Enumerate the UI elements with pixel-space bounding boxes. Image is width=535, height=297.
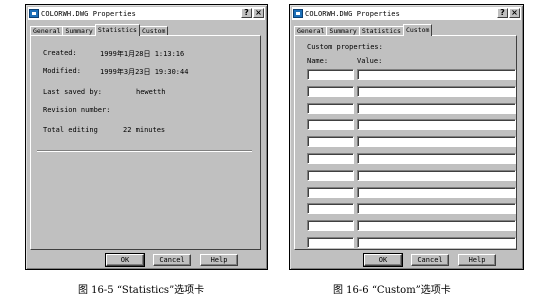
custom-value-field[interactable] — [357, 153, 516, 164]
ok-button[interactable]: OK — [105, 253, 145, 267]
window-title: COLORWH.DWG Properties — [305, 9, 400, 18]
custom-name-field[interactable] — [307, 136, 354, 147]
help-button[interactable]: Help — [458, 254, 496, 266]
value-column-label: Value: — [357, 57, 383, 65]
custom-value-field[interactable] — [357, 203, 516, 214]
modified-label: Modified: — [43, 67, 81, 75]
properties-dialog-custom: COLORWH.DWG Properties ? × General Summa… — [289, 4, 524, 270]
custom-value-field[interactable] — [357, 103, 516, 114]
tab-statistics[interactable]: Statistics — [94, 24, 140, 36]
custom-value-field[interactable] — [357, 136, 516, 147]
custom-properties-heading: Custom properties: — [307, 43, 383, 51]
custom-value-field[interactable] — [357, 170, 516, 181]
created-value: 1999年1月28日 1:13:16 — [100, 50, 185, 58]
custom-name-field[interactable] — [307, 153, 354, 164]
custom-panel: Custom properties: Name: Value: — [294, 35, 517, 250]
custom-value-field[interactable] — [357, 119, 516, 130]
custom-value-field[interactable] — [357, 237, 516, 248]
custom-name-field[interactable] — [307, 170, 354, 181]
custom-name-field[interactable] — [307, 119, 354, 130]
custom-name-field[interactable] — [307, 220, 354, 231]
editing-label: Total editing — [43, 126, 98, 134]
revision-label: Revision number: — [43, 106, 111, 114]
custom-name-field[interactable] — [307, 103, 354, 114]
close-button[interactable]: × — [509, 8, 520, 18]
last-saved-value: hewetth — [136, 88, 166, 96]
editing-value: 22 minutes — [123, 126, 166, 134]
figure-caption-custom: 图 16-6 “Custom”选项卡 — [333, 285, 451, 296]
dwg-file-icon — [29, 9, 39, 18]
dwg-file-icon — [293, 9, 303, 18]
help-button[interactable]: Help — [200, 254, 238, 266]
title-bar: COLORWH.DWG Properties ? × — [292, 7, 521, 20]
figure-caption-statistics: 图 16-5 “Statistics”选项卡 — [78, 285, 205, 296]
button-row: OK Cancel Help — [363, 253, 496, 267]
custom-name-field[interactable] — [307, 237, 354, 248]
custom-value-field[interactable] — [357, 187, 516, 198]
window-title: COLORWH.DWG Properties — [41, 9, 136, 18]
ok-button[interactable]: OK — [363, 253, 403, 267]
custom-value-field[interactable] — [357, 220, 516, 231]
help-title-button[interactable]: ? — [241, 8, 252, 18]
custom-name-field[interactable] — [307, 86, 354, 97]
tab-custom[interactable]: Custom — [402, 24, 433, 36]
properties-dialog-statistics: COLORWH.DWG Properties ? × General Summa… — [25, 4, 268, 270]
custom-name-field[interactable] — [307, 187, 354, 198]
custom-value-field[interactable] — [357, 69, 516, 80]
custom-value-field[interactable] — [357, 86, 516, 97]
close-button[interactable]: × — [253, 8, 264, 18]
statistics-panel: Created: 1999年1月28日 1:13:16 Modified: 19… — [30, 35, 261, 250]
button-row: OK Cancel Help — [105, 253, 238, 267]
custom-name-field[interactable] — [307, 203, 354, 214]
created-label: Created: — [43, 49, 77, 57]
separator — [37, 150, 252, 152]
modified-value: 1999年3月23日 19:30:44 — [100, 68, 189, 76]
name-column-label: Name: — [307, 57, 329, 65]
cancel-button[interactable]: Cancel — [153, 254, 191, 266]
custom-name-field[interactable] — [307, 69, 354, 80]
cancel-button[interactable]: Cancel — [411, 254, 449, 266]
help-title-button[interactable]: ? — [497, 8, 508, 18]
last-saved-label: Last saved by: — [43, 88, 103, 96]
title-bar: COLORWH.DWG Properties ? × — [28, 7, 265, 20]
